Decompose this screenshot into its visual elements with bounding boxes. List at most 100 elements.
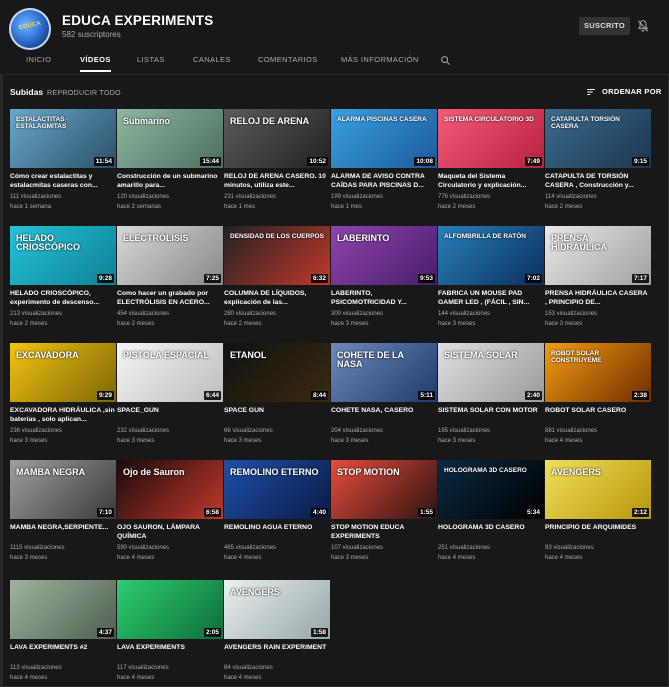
video-card[interactable]: SISTEMA SOLAR 2:40 SISTEMA SOLAR CON MOTOR… <box>438 343 544 446</box>
video-card[interactable]: ELECTRÓLISIS 7:25 Como hacer un grabado po… <box>117 226 223 329</box>
video-card[interactable]: LABERINTO 9:53 LABERINTO, PSICOMOTRICIDAD … <box>331 226 437 329</box>
video-thumbnail[interactable]: ELECTRÓLISIS 7:25 <box>117 226 223 285</box>
video-thumbnail[interactable]: Ojo de Sauron 6:58 <box>117 460 223 519</box>
video-card[interactable]: PISTOLA ESPACIAL 6:44 SPACE_GUN 232 visuali… <box>117 343 223 446</box>
video-card[interactable]: Submarino 15:44 Construcción de un submari… <box>117 109 223 212</box>
channel-avatar[interactable]: EDUCA <box>9 8 51 50</box>
tab-mas-informacion[interactable]: MÁS INFORMACIÓN <box>341 54 419 72</box>
video-title[interactable]: LAVA EXPERIMENTS <box>117 643 223 662</box>
video-title[interactable]: STOP MOTION EDUCA EXPERIMENTS <box>331 523 437 542</box>
video-card[interactable]: COHETE DE LA NASA 5:11 COHETE NASA, CASERO… <box>331 343 437 446</box>
sort-button[interactable]: ORDENAR POR <box>602 87 662 96</box>
video-title[interactable]: EXCAVADORA HIDRÁULICA ,sin baterías , so… <box>10 406 116 425</box>
video-thumbnail[interactable]: ESTALACTITAS · ESTALAGMITAS 11:54 <box>10 109 116 168</box>
video-title[interactable]: LAVA EXPERIMENTS #2 <box>10 643 116 662</box>
video-thumbnail[interactable]: AVENGERS 2:12 <box>545 460 651 519</box>
video-card[interactable]: EXCAVADORA 9:29 EXCAVADORA HIDRÁULICA ,sin… <box>10 343 116 446</box>
video-card[interactable]: Ojo de Sauron 6:58 OJO SAURON, LÁMPARA QUÍ… <box>117 460 223 563</box>
video-card[interactable]: DENSIDAD DE LOS CUERPOS 6:32 COLUMNA DE LÍ… <box>224 226 330 329</box>
video-title[interactable]: LABERINTO, PSICOMOTRICIDAD Y... <box>331 289 437 308</box>
video-title[interactable]: AVENGERS RAIN EXPERIMENT <box>224 643 330 662</box>
video-title[interactable]: OJO SAURON, LÁMPARA QUÍMICA <box>117 523 223 542</box>
video-thumbnail[interactable]: ETANOL 8:44 <box>224 343 330 402</box>
tab-inicio[interactable]: INICIO <box>26 54 51 72</box>
video-thumbnail[interactable]: MAMBA NEGRA 7:10 <box>10 460 116 519</box>
sort-icon[interactable] <box>586 87 596 97</box>
video-card[interactable]: CATAPULTA TORSIÓN CASERA 9:15 CATAPULTA DE… <box>545 109 651 212</box>
video-thumbnail[interactable]: ALFOMBRILLA DE RATÓN 7:02 <box>438 226 544 285</box>
video-thumbnail[interactable]: HOLOGRAMA 3D CASERO 5:34 <box>438 460 544 519</box>
video-thumbnail[interactable]: ALARMA PISCINAS CASERA 10:08 <box>331 109 437 168</box>
subscribed-button[interactable]: SUSCRITO <box>579 17 630 35</box>
video-thumbnail[interactable]: ROBOT SOLAR CONSTRUYEME 2:38 <box>545 343 651 402</box>
video-title[interactable]: REMOLINO AGUA ETERNO <box>224 523 330 542</box>
tab-canales[interactable]: CANALES <box>193 54 231 72</box>
video-thumbnail[interactable]: HELADO CRIOSCÓPICO 9:28 <box>10 226 116 285</box>
tab-listas[interactable]: LISTAS <box>137 54 165 72</box>
video-card[interactable]: ESTALACTITAS · ESTALAGMITAS 11:54 Cómo cre… <box>10 109 116 212</box>
search-icon[interactable] <box>440 55 451 66</box>
video-card[interactable]: ROBOT SOLAR CONSTRUYEME 2:38 ROBOT SOLAR C… <box>545 343 651 446</box>
thumbnail-caption: MAMBA NEGRA <box>16 467 86 477</box>
video-views: 117 visualizaciones <box>117 665 169 671</box>
video-thumbnail[interactable]: SISTEMA CIRCULATORIO 3D 7:49 <box>438 109 544 168</box>
video-thumbnail[interactable]: 2:05 <box>117 580 223 639</box>
video-card[interactable]: ALARMA PISCINAS CASERA 10:08 ALARMA DE AVI… <box>331 109 437 212</box>
video-thumbnail[interactable]: CATAPULTA TORSIÓN CASERA 9:15 <box>545 109 651 168</box>
video-title[interactable]: HELADO CRIOSCÓPICO, experimento de desce… <box>10 289 116 308</box>
video-card[interactable]: RELOJ DE ARENA 10:52 RELOJ DE ARENA CASERO… <box>224 109 330 212</box>
video-title[interactable]: CATAPULTA DE TORSIÓN CASERA , Construcci… <box>545 172 651 191</box>
video-card[interactable]: STOP MOTION 1:55 STOP MOTION EDUCA EXPERIM… <box>331 460 437 563</box>
video-thumbnail[interactable]: LABERINTO 9:53 <box>331 226 437 285</box>
video-card[interactable]: MAMBA NEGRA 7:10 MAMBA NEGRA,SERPIENTE... 1… <box>10 460 116 563</box>
video-card[interactable]: HELADO CRIOSCÓPICO 9:28 HELADO CRIOSCÓPICO… <box>10 226 116 329</box>
thumbnail-caption: CATAPULTA TORSIÓN CASERA <box>551 116 620 130</box>
video-thumbnail[interactable]: DENSIDAD DE LOS CUERPOS 6:32 <box>224 226 330 285</box>
video-title[interactable]: RELOJ DE ARENA CASERO. 10 minutos, utili… <box>224 172 330 191</box>
video-thumbnail[interactable]: Submarino 15:44 <box>117 109 223 168</box>
video-card[interactable]: HOLOGRAMA 3D CASERO 5:34 HOLOGRAMA 3D CASE… <box>438 460 544 563</box>
video-thumbnail[interactable]: PRENSA HIDRÁULICA 7:17 <box>545 226 651 285</box>
video-title[interactable]: COHETE NASA, CASERO <box>331 406 437 425</box>
video-age: hace 3 meses <box>438 437 476 444</box>
video-title[interactable]: Como hacer un grabado por ELECTRÓLISIS E… <box>117 289 223 308</box>
video-thumbnail[interactable]: AVENGERS 1:58 <box>224 580 330 639</box>
video-card[interactable]: ALFOMBRILLA DE RATÓN 7:02 FABRICA UN MOUSE… <box>438 226 544 329</box>
tab-comentarios[interactable]: COMENTARIOS <box>258 54 318 72</box>
video-title[interactable]: ALARMA DE AVISO CONTRA CAÍDAS PARA PISCI… <box>331 172 437 191</box>
video-thumbnail[interactable]: SISTEMA SOLAR 2:40 <box>438 343 544 402</box>
video-title[interactable]: Cómo crear estalactitas y estalacmitas c… <box>10 172 116 191</box>
tab-videos[interactable]: VÍDEOS <box>80 54 111 72</box>
video-thumbnail[interactable]: EXCAVADORA 9:29 <box>10 343 116 402</box>
video-title[interactable]: PRINCIPIO DE ARQUIMIDES <box>545 523 651 542</box>
video-thumbnail[interactable]: PISTOLA ESPACIAL 6:44 <box>117 343 223 402</box>
notification-bell-off-icon[interactable] <box>636 19 650 33</box>
video-thumbnail[interactable]: 4:37 <box>10 580 116 639</box>
play-all-button[interactable]: REPRODUCIR TODO <box>47 88 121 97</box>
video-card[interactable]: AVENGERS 1:58 AVENGERS RAIN EXPERIMENT 84 v… <box>224 580 330 683</box>
video-card[interactable]: PRENSA HIDRÁULICA 7:17 PRENSA HIDRÁULICA C… <box>545 226 651 329</box>
video-title[interactable]: Maqueta del Sistema Circulatorio y expli… <box>438 172 544 191</box>
video-card[interactable]: ETANOL 8:44 SPACE GUN 66 visualizaciones hac… <box>224 343 330 446</box>
video-title[interactable]: PRENSA HIDRÁULICA CASERA , PRINCIPIO DE.… <box>545 289 651 308</box>
video-thumbnail[interactable]: COHETE DE LA NASA 5:11 <box>331 343 437 402</box>
video-title[interactable]: Construcción de un submarino amarillo pa… <box>117 172 223 191</box>
video-card[interactable]: 2:05 LAVA EXPERIMENTS 117 visualizaciones h… <box>117 580 223 683</box>
video-card[interactable]: REMOLINO ETERNO 4:40 REMOLINO AGUA ETERNO 4… <box>224 460 330 563</box>
video-title[interactable]: SISTEMA SOLAR CON MOTOR <box>438 406 544 425</box>
video-thumbnail[interactable]: STOP MOTION 1:55 <box>331 460 437 519</box>
video-views: 93 visualizaciones <box>545 545 594 551</box>
video-title[interactable]: COLUMNA DE LÍQUIDOS, explicación de las.… <box>224 289 330 308</box>
video-title[interactable]: FABRICA UN MOUSE PAD GAMER LED , (FÁCIL … <box>438 289 544 308</box>
video-title[interactable]: HOLOGRAMA 3D CASERO <box>438 523 544 542</box>
video-card[interactable]: AVENGERS 2:12 PRINCIPIO DE ARQUIMIDES 93 vi… <box>545 460 651 563</box>
video-title[interactable]: SPACE GUN <box>224 406 330 425</box>
video-title[interactable]: ROBOT SOLAR CASERO <box>545 406 651 425</box>
video-title[interactable]: MAMBA NEGRA,SERPIENTE... <box>10 523 116 542</box>
video-views: 84 visualizaciones <box>224 665 273 671</box>
video-title[interactable]: SPACE_GUN <box>117 406 223 425</box>
video-card[interactable]: 4:37 LAVA EXPERIMENTS #2 113 visualizacion… <box>10 580 116 683</box>
video-card[interactable]: SISTEMA CIRCULATORIO 3D 7:49 Maqueta del S… <box>438 109 544 212</box>
video-thumbnail[interactable]: REMOLINO ETERNO 4:40 <box>224 460 330 519</box>
video-thumbnail[interactable]: RELOJ DE ARENA 10:52 <box>224 109 330 168</box>
